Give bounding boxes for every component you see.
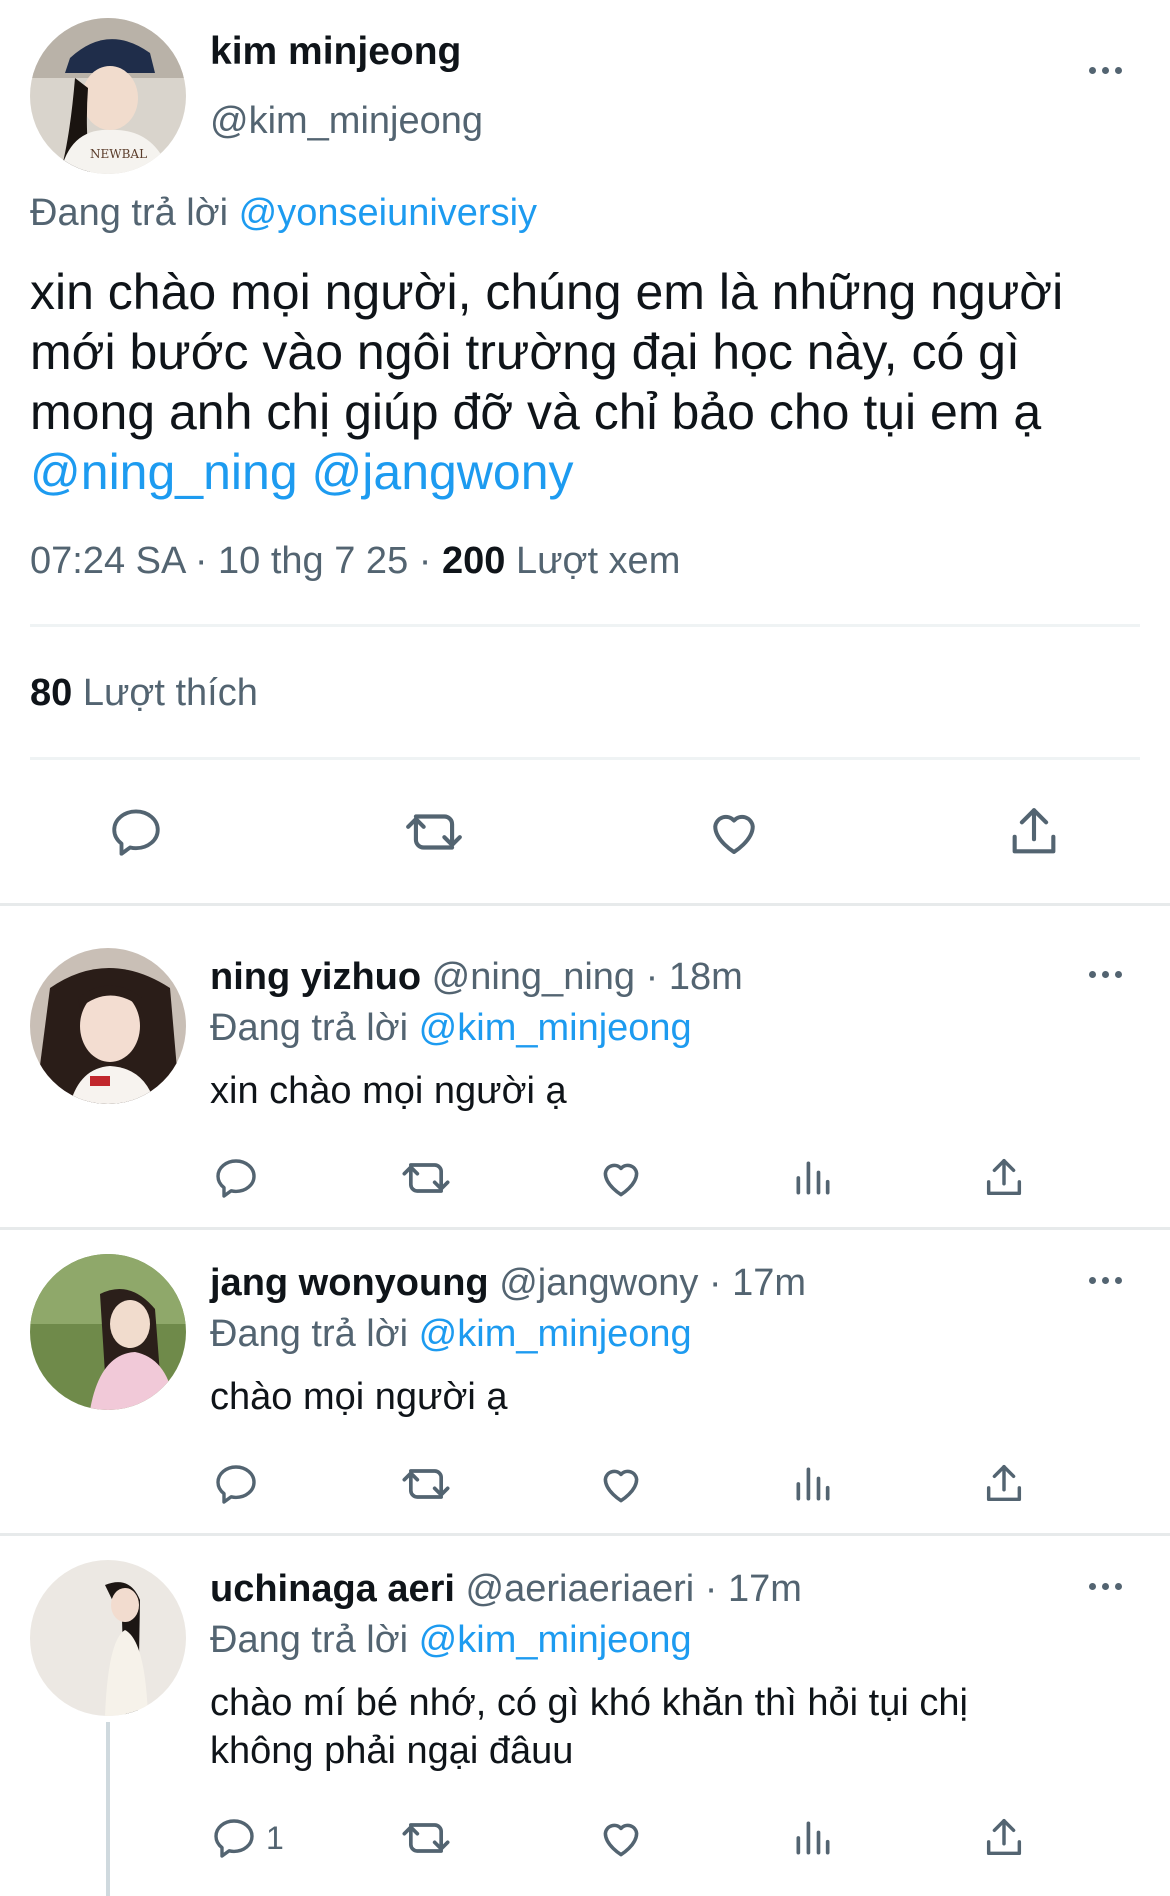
section-divider — [0, 1533, 1170, 1536]
likes-count: 80 — [30, 672, 73, 714]
reply-text: xin chào mọi người ạ — [210, 1070, 567, 1112]
share-icon[interactable] — [978, 1458, 1030, 1510]
likes-label: Lượt thích — [82, 672, 258, 714]
reply-author-name[interactable]: uchinaga aeri — [210, 1568, 455, 1610]
replying-prefix: Đang trả lời — [210, 1619, 409, 1661]
svg-text:NEWBAL: NEWBAL — [90, 147, 147, 161]
reply-author-handle[interactable]: @aeriaeriaeri — [466, 1568, 695, 1610]
like-icon[interactable] — [595, 1458, 647, 1510]
reply-time[interactable]: 17m — [732, 1262, 806, 1304]
section-divider — [0, 903, 1170, 906]
section-divider — [0, 1227, 1170, 1230]
reply-text: chào mí bé nhớ, có gì khó khăn thì hỏi t… — [210, 1682, 968, 1772]
replying-prefix: Đang trả lời — [210, 1007, 409, 1049]
reply-text: chào mọi người ạ — [210, 1376, 508, 1418]
tweet-text: xin chào mọi người, chúng em là những ng… — [30, 262, 1140, 502]
reply-author-name[interactable]: jang wonyoung — [210, 1262, 489, 1304]
main-avatar[interactable]: NEWBAL — [30, 18, 186, 174]
reply-header: jang wonyoung @jangwony · 17m — [210, 1262, 807, 1304]
reply-icon[interactable]: 1 — [210, 1812, 284, 1864]
replying-to-link[interactable]: @yonseiuniversiy — [239, 192, 537, 234]
like-icon[interactable] — [595, 1152, 647, 1204]
replying-to-line: Đang trả lời @yonseiuniversiy — [30, 192, 537, 235]
replying-to-link[interactable]: @kim_minjeong — [419, 1619, 692, 1661]
likes-stat[interactable]: 80 Lượt thích — [30, 672, 258, 715]
reply-time[interactable]: 17m — [728, 1568, 802, 1610]
reply-icon[interactable] — [104, 800, 168, 864]
views-label: Lượt xem — [515, 540, 681, 582]
retweet-icon[interactable] — [400, 1458, 452, 1510]
reply-author-name[interactable]: ning yizhuo — [210, 956, 421, 998]
reply-header: uchinaga aeri @aeriaeriaeri · 17m — [210, 1568, 802, 1610]
author-handle[interactable]: @kim_minjeong — [210, 100, 483, 143]
views-icon[interactable] — [787, 1812, 839, 1864]
retweet-icon[interactable] — [400, 1812, 452, 1864]
replying-to-link[interactable]: @kim_minjeong — [419, 1007, 692, 1049]
thread-line — [106, 1722, 110, 1896]
views-icon[interactable] — [787, 1458, 839, 1510]
views-count: 200 — [441, 540, 506, 582]
share-icon[interactable] — [978, 1812, 1030, 1864]
retweet-icon[interactable] — [402, 800, 466, 864]
replying-to-line: Đang trả lời @kim_minjeong — [210, 1619, 692, 1662]
reply-icon[interactable] — [210, 1458, 262, 1510]
divider — [30, 757, 1140, 760]
more-options-icon[interactable] — [1083, 60, 1127, 80]
author-name[interactable]: kim minjeong — [210, 30, 461, 74]
replying-to-link[interactable]: @kim_minjeong — [419, 1313, 692, 1355]
like-icon[interactable] — [702, 800, 766, 864]
more-options-icon[interactable] — [1083, 964, 1127, 984]
more-options-icon[interactable] — [1083, 1576, 1127, 1596]
replying-to-line: Đang trả lời @kim_minjeong — [210, 1313, 692, 1356]
more-options-icon[interactable] — [1083, 1270, 1127, 1290]
tweet-date: 10 thg 7 25 — [218, 540, 409, 582]
divider — [30, 624, 1140, 627]
replying-prefix: Đang trả lời — [30, 192, 229, 234]
tweet-body: xin chào mọi người, chúng em là những ng… — [30, 264, 1064, 440]
share-icon[interactable] — [978, 1152, 1030, 1204]
replying-prefix: Đang trả lời — [210, 1313, 409, 1355]
retweet-icon[interactable] — [400, 1152, 452, 1204]
replying-to-line: Đang trả lời @kim_minjeong — [210, 1007, 692, 1050]
tweet-mentions[interactable]: @ning_ning @jangwony — [30, 444, 574, 500]
views-icon[interactable] — [787, 1152, 839, 1204]
tweet-time: 07:24 SA — [30, 540, 185, 582]
reply-icon[interactable] — [210, 1152, 262, 1204]
reply-author-handle[interactable]: @jangwony — [499, 1262, 698, 1304]
reply-time[interactable]: 18m — [669, 956, 743, 998]
share-icon[interactable] — [1002, 800, 1066, 864]
tweet-meta: 07:24 SA · 10 thg 7 25 · 200 Lượt xem — [30, 540, 681, 582]
reply-avatar[interactable] — [30, 1560, 186, 1716]
reply-avatar[interactable] — [30, 1254, 186, 1410]
reply-avatar[interactable] — [30, 948, 186, 1104]
reply-author-handle[interactable]: @ning_ning — [432, 956, 635, 998]
reply-count: 1 — [266, 1819, 284, 1856]
reply-header: ning yizhuo @ning_ning · 18m — [210, 956, 743, 998]
like-icon[interactable] — [595, 1812, 647, 1864]
